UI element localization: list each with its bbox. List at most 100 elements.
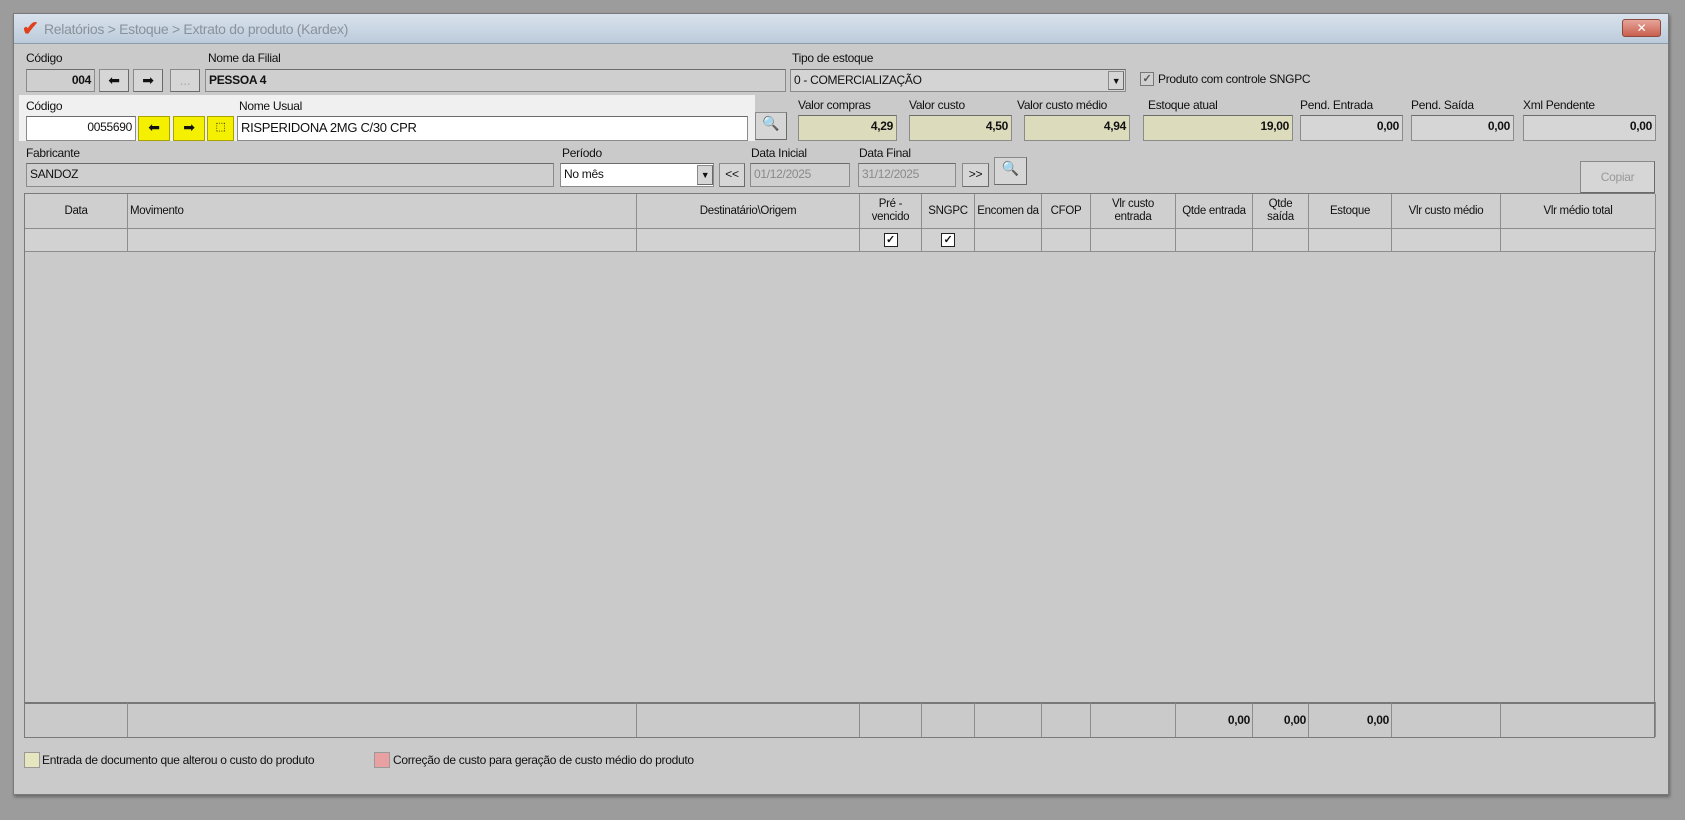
column-header-label: Vlr médio total <box>1543 204 1613 217</box>
pend-saida-value: 0,00 <box>1411 115 1514 141</box>
xml-pendente-label: Xml Pendente <box>1523 98 1595 112</box>
first-row-cell-encomen-da <box>975 229 1042 252</box>
column-header-movimento[interactable]: Movimento <box>128 194 637 229</box>
column-header-encomen-da[interactable]: Encomen da <box>975 194 1042 229</box>
xml-pendente-value: 0,00 <box>1523 115 1656 141</box>
checkbox-icon[interactable]: ✓ <box>883 233 898 247</box>
filial-lookup-button[interactable]: ... <box>170 69 200 92</box>
column-header-destinata-rio-origem[interactable]: Destinatário\Origem <box>637 194 860 229</box>
data-inicial-input[interactable]: 01/12/2025 <box>750 163 850 187</box>
column-header-pre-vencido[interactable]: Pré - vencido <box>860 194 922 229</box>
column-header-sngpc[interactable]: SNGPC <box>922 194 975 229</box>
nome-filial-input[interactable]: PESSOA 4 <box>205 69 786 92</box>
column-header-label: SNGPC <box>928 204 968 217</box>
first-row-cell-qtde-sai-da <box>1253 229 1309 252</box>
data-inicial-label: Data Inicial <box>751 146 807 160</box>
periodo-chevron-down-icon[interactable]: ▼ <box>697 165 713 185</box>
estoque-atual-value: 19,00 <box>1143 115 1293 141</box>
periodo-label: Período <box>562 146 602 160</box>
legend-swatch-custo-alterado <box>24 752 40 768</box>
total-cell-movimento <box>128 702 637 737</box>
window-title: Relatórios > Estoque > Extrato do produt… <box>44 21 349 37</box>
column-header-label: CFOP <box>1050 204 1082 217</box>
estoque-atual-label: Estoque atual <box>1148 98 1218 112</box>
fabricante-label: Fabricante <box>26 146 80 160</box>
column-header-estoque[interactable]: Estoque <box>1309 194 1392 229</box>
close-icon[interactable]: ✕ <box>1622 19 1661 37</box>
valor-custo-medio-value: 4,94 <box>1024 115 1130 141</box>
column-header-label: Vlr custo médio <box>1408 204 1484 217</box>
column-header-qtde-sai-da[interactable]: Qtde saída <box>1253 194 1309 229</box>
first-row-cell-cfop <box>1042 229 1091 252</box>
sngpc-checkbox-label: Produto com controle SNGPC <box>1158 72 1311 86</box>
produto-prev-arrow-icon[interactable]: ⬅ <box>138 116 170 141</box>
kardex-grid[interactable]: Data Movimento Destinatário\Origem Pré - ve… <box>24 193 1656 738</box>
first-row-cell-estoque <box>1309 229 1392 252</box>
first-row-cell-vlr-custo-entrada <box>1091 229 1176 252</box>
column-header-label: Pré - vencido <box>871 198 910 223</box>
checkbox-icon[interactable]: ✓ <box>941 233 955 247</box>
column-header-label: Vlr custo entrada <box>1111 198 1155 223</box>
total-cell-qtde-sai-da: 0,00 <box>1253 702 1309 737</box>
valor-custo-label: Valor custo <box>909 98 965 112</box>
column-header-vlr-me-dio-total[interactable]: Vlr médio total <box>1501 194 1656 229</box>
column-header-cfop[interactable]: CFOP <box>1042 194 1091 229</box>
total-value: 0,00 <box>1283 713 1306 727</box>
total-cell-vlr-custo-me-dio <box>1392 702 1501 737</box>
nome-usual-label: Nome Usual <box>239 99 303 113</box>
column-header-label: Encomen da <box>977 204 1039 217</box>
first-row-cell-sngpc: ✓ <box>922 229 975 252</box>
sngpc-checkbox[interactable]: ✓ <box>1140 72 1154 86</box>
valor-custo-value: 4,50 <box>909 115 1012 141</box>
valor-custo-medio-label: Valor custo médio <box>1017 98 1108 112</box>
next-period-button[interactable]: >> <box>962 163 989 187</box>
column-header-qtde-entrada[interactable]: Qtde entrada <box>1176 194 1253 229</box>
valor-compras-label: Valor compras <box>798 98 871 112</box>
app-logo-checkmark-icon: ✔ <box>22 18 39 40</box>
column-header-label: Destinatário\Origem <box>699 204 797 217</box>
first-row-cell-pre-vencido: ✓ <box>860 229 922 252</box>
pend-entrada-value: 0,00 <box>1300 115 1403 141</box>
tipo-estoque-label: Tipo de estoque <box>792 51 874 65</box>
column-header-vlr-custo-entrada[interactable]: Vlr custo entrada <box>1091 194 1176 229</box>
total-cell-destinata-rio-origem <box>637 702 860 737</box>
filial-next-arrow-icon[interactable]: ➡ <box>133 69 163 92</box>
total-value: 0,00 <box>1227 713 1250 727</box>
filial-codigo-input[interactable]: 004 <box>26 69 95 92</box>
previous-period-button[interactable]: << <box>719 163 745 187</box>
fabricante-input[interactable]: SANDOZ <box>26 163 554 187</box>
produto-codigo-input[interactable]: 0055690 <box>26 116 136 141</box>
column-header-label: Qtde entrada <box>1182 204 1246 217</box>
filial-codigo-label: Código <box>26 51 63 65</box>
produto-codigo-label: Código <box>26 99 63 113</box>
chevron-down-icon[interactable]: ▼ <box>1108 71 1124 90</box>
nome-usual-input[interactable]: RISPERIDONA 2MG C/30 CPR <box>237 116 748 141</box>
search-magnifier-icon[interactable]: 🔍 <box>755 112 787 140</box>
column-header-data[interactable]: Data <box>25 194 128 229</box>
search-period-magnifier-icon[interactable]: 🔍 <box>994 157 1027 185</box>
legend-swatch-correcao-custo <box>374 752 390 768</box>
filial-prev-arrow-icon[interactable]: ⬅ <box>99 69 129 92</box>
data-final-input[interactable]: 31/12/2025 <box>858 163 956 187</box>
periodo-select[interactable]: No mês <box>560 163 714 187</box>
data-final-label: Data Final <box>859 146 911 160</box>
first-row-cell-data <box>25 229 128 252</box>
total-cell-encomen-da <box>975 702 1042 737</box>
column-header-label: Qtde saída <box>1267 198 1294 223</box>
first-row-cell-vlr-custo-me-dio <box>1392 229 1501 252</box>
produto-lookup-icon[interactable]: ⬚ <box>207 116 234 141</box>
column-header-vlr-custo-me-dio[interactable]: Vlr custo médio <box>1392 194 1501 229</box>
tipo-estoque-select[interactable]: 0 - COMERCIALIZAÇÃO <box>790 69 1126 92</box>
column-header-label: Movimento <box>130 204 184 217</box>
first-row-cell-vlr-me-dio-total <box>1501 229 1656 252</box>
column-header-label: Data <box>64 204 88 217</box>
total-cell-data <box>25 702 128 737</box>
copiar-button[interactable]: Copiar <box>1580 161 1655 193</box>
valor-compras-value: 4,29 <box>798 115 897 141</box>
periodo-value: No mês <box>564 167 604 181</box>
total-cell-sngpc <box>922 702 975 737</box>
total-cell-qtde-entrada: 0,00 <box>1176 702 1253 737</box>
produto-next-arrow-icon[interactable]: ➡ <box>173 116 205 141</box>
total-cell-estoque: 0,00 <box>1309 702 1392 737</box>
total-cell-pre-vencido <box>860 702 922 737</box>
